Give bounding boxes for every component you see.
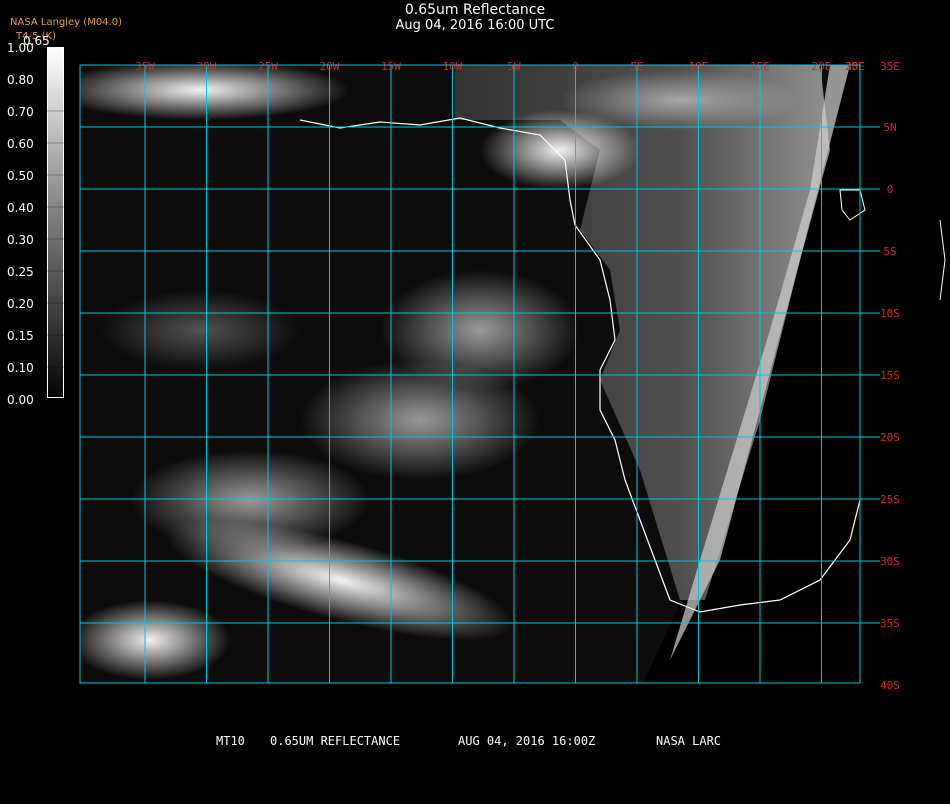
footer-bar: MT10 0.65UM REFLECTANCE AUG 04, 2016 16:… [0, 734, 950, 804]
latitude-label: 30S [880, 555, 900, 568]
footer-satellite: MT10 [216, 734, 245, 748]
footer-product: 0.65UM REFLECTANCE [270, 734, 401, 748]
longitude-label: 35E [880, 60, 900, 73]
longitude-label: 5W [507, 60, 521, 73]
latitude-labels: 5N 0 5S 10S 15S 20S 25S 30S 35S 40S [880, 121, 900, 692]
longitude-label: 5E [630, 60, 643, 73]
footer-datetime: AUG 04, 2016 16:00Z [458, 734, 596, 748]
longitude-label: 0 [572, 60, 579, 73]
latitude-label: 15S [880, 369, 900, 382]
latitude-label: 5S [883, 245, 896, 258]
longitude-label: 20W [320, 60, 340, 73]
longitude-label: 35E [845, 60, 865, 73]
latitude-label: 5N [883, 121, 896, 134]
latitude-label: 35S [880, 617, 900, 630]
latitude-label: 20S [880, 431, 900, 444]
longitude-label: 15E [750, 60, 770, 73]
longitude-label: 10E [689, 60, 709, 73]
latitude-label: 25S [880, 493, 900, 506]
latitude-label: 10S [880, 307, 900, 320]
longitude-label: 20E [812, 60, 832, 73]
latitude-label: 0 [887, 183, 894, 196]
footer-source: NASA LARC [656, 734, 722, 748]
latitude-label: 40S [880, 679, 900, 692]
longitude-label: 30W [197, 60, 217, 73]
longitude-label: 15W [381, 60, 401, 73]
satellite-map[interactable]: 35W 30W 25W 20W 15W 10W 5W 0 5E 10E 15E 20E 25E30E35… [0, 0, 950, 750]
longitude-label: 10W [443, 60, 463, 73]
longitude-label: 25W [258, 60, 278, 73]
longitude-label: 35W [135, 60, 155, 73]
